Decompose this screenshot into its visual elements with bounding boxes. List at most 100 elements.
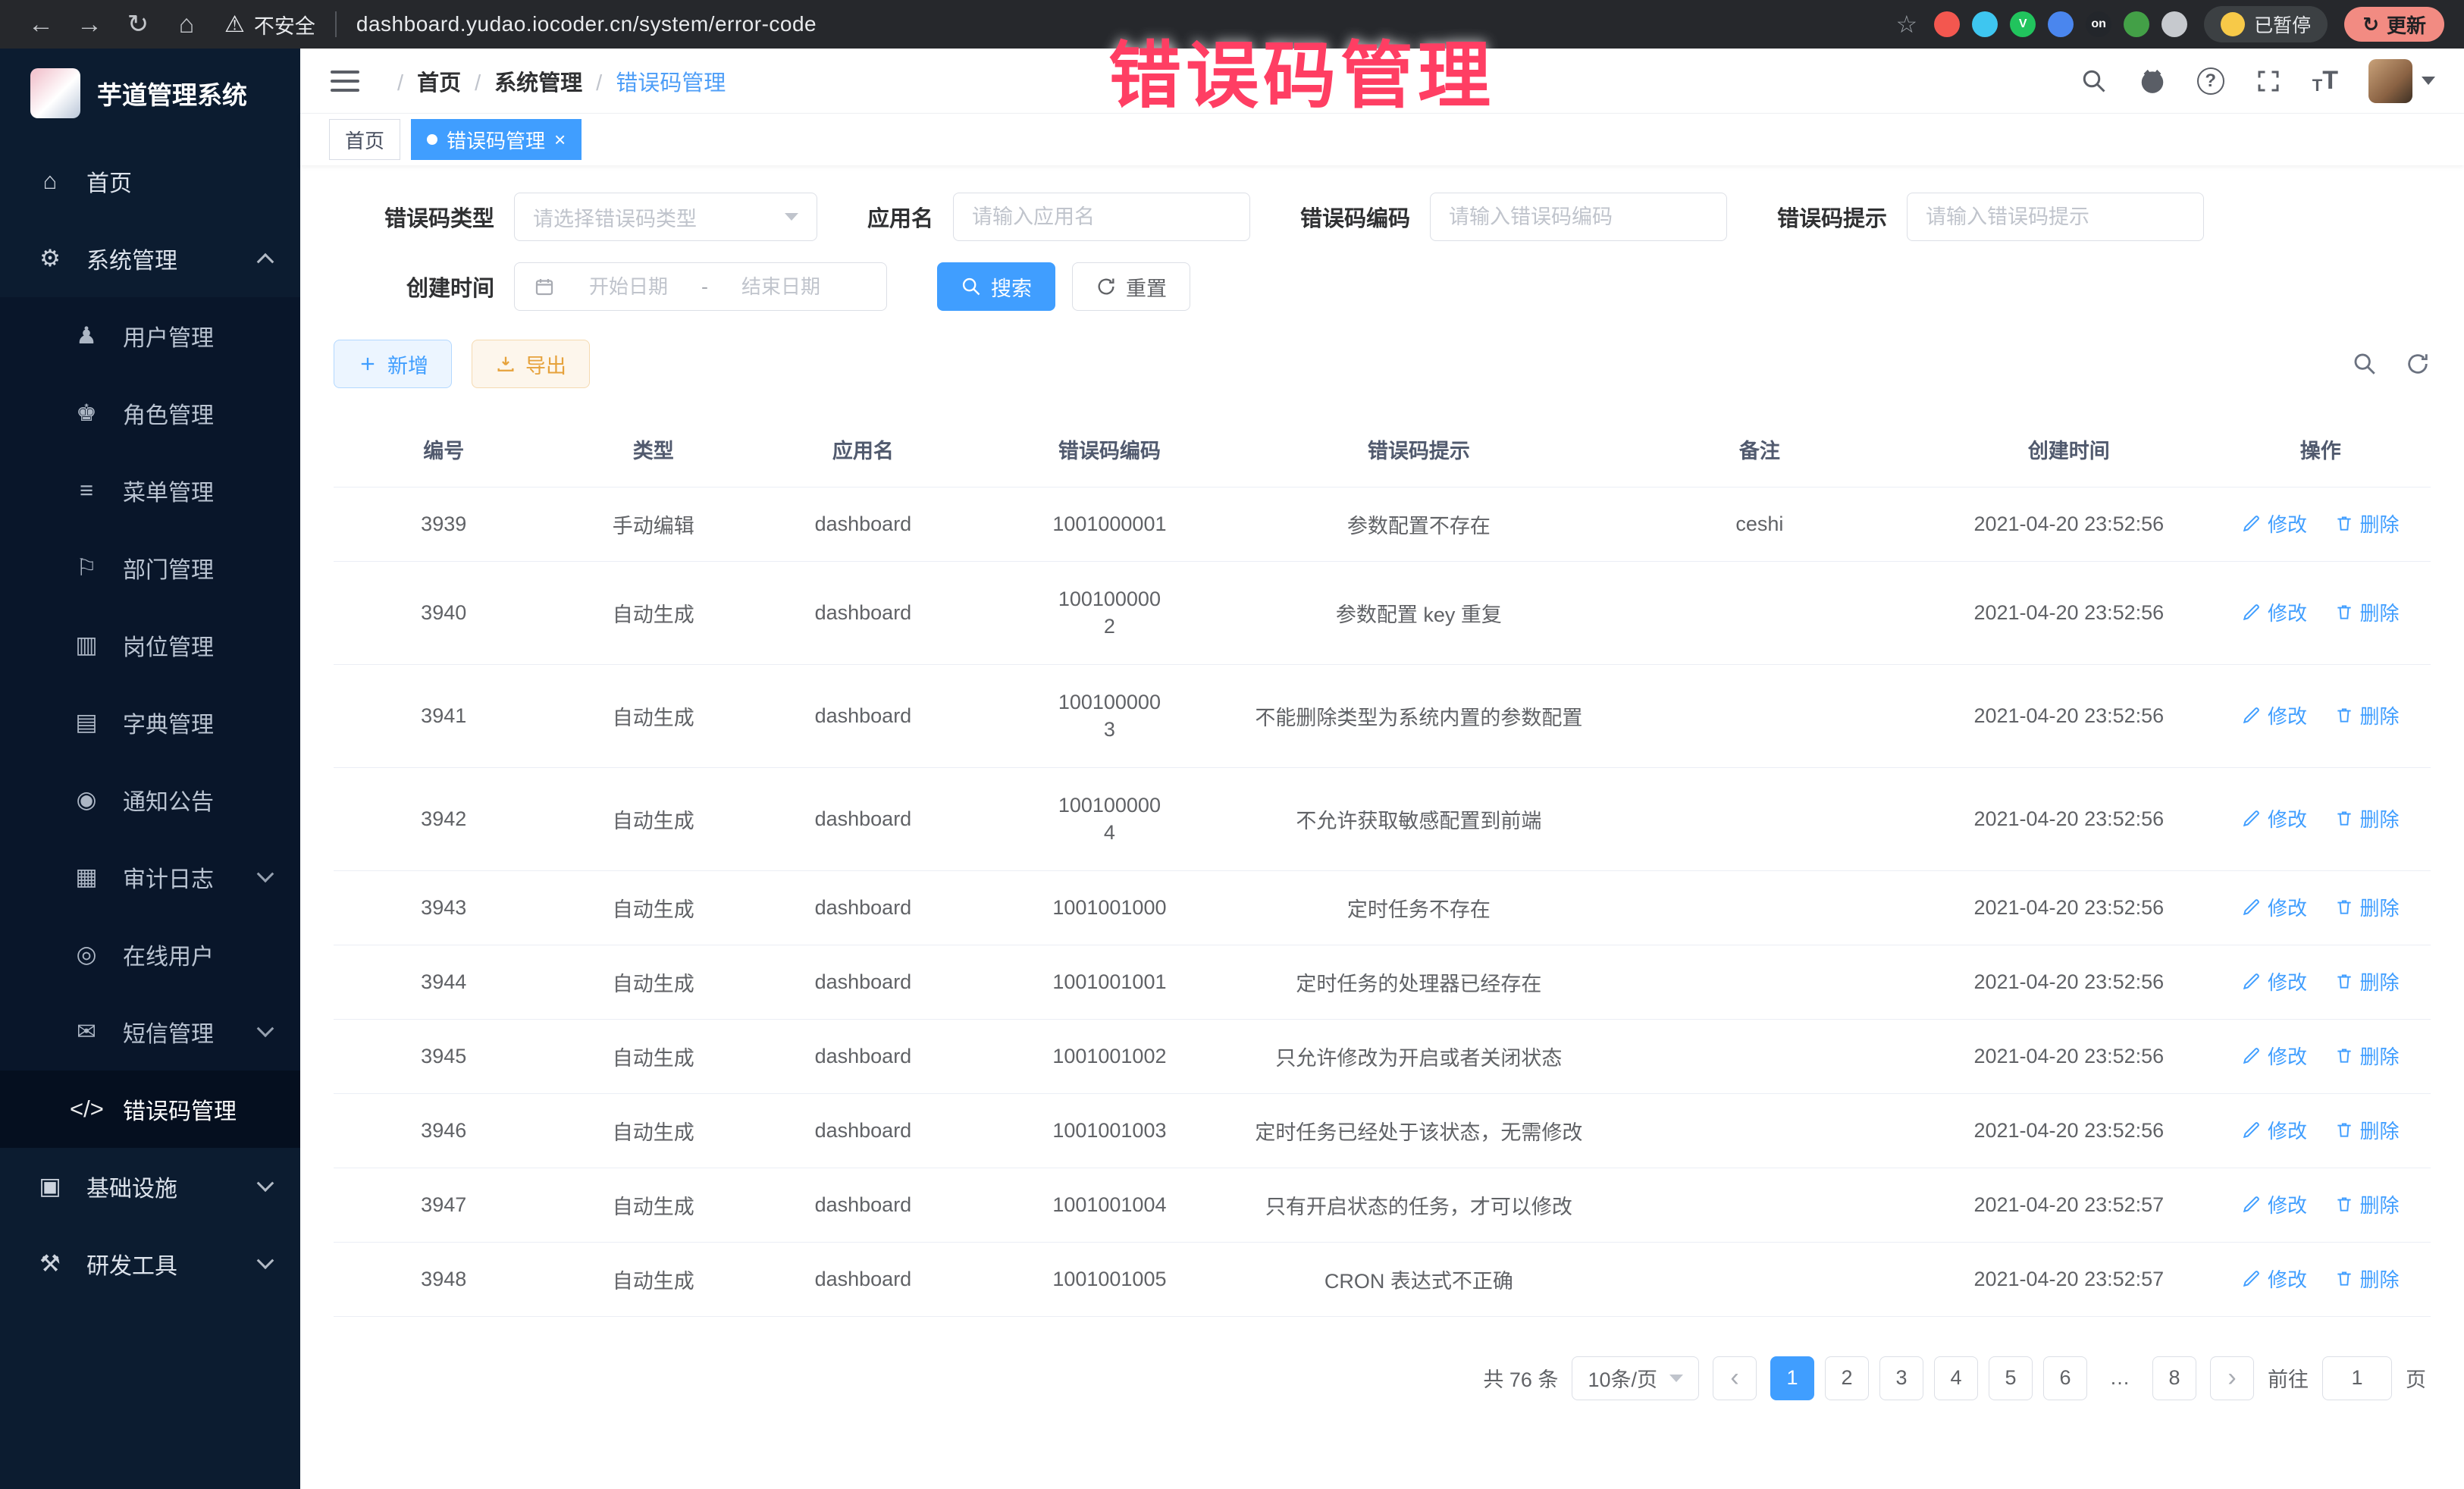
app-logo[interactable]: 芋道管理系统 xyxy=(0,49,300,138)
address-bar[interactable]: dashboard.yudao.iocoder.cn/system/error-… xyxy=(356,12,817,36)
edit-link[interactable]: 修改 xyxy=(2242,967,2307,995)
sidebar-item[interactable]: ▣ 基础设施 xyxy=(0,1148,300,1225)
prev-page-button[interactable]: ‹ xyxy=(1713,1356,1757,1400)
page-button[interactable]: 3 xyxy=(1879,1356,1923,1400)
extension-v-icon[interactable]: V xyxy=(2010,11,2036,37)
delete-link[interactable]: 删除 xyxy=(2334,1265,2400,1293)
sidebar-item[interactable]: ▦ 审计日志 xyxy=(0,839,300,916)
date-range-picker[interactable]: - xyxy=(514,262,887,311)
goto-page-input[interactable] xyxy=(2322,1356,2392,1400)
edit-link[interactable]: 修改 xyxy=(2242,804,2307,832)
bookmark-star-icon[interactable]: ☆ xyxy=(1895,10,1917,39)
extension-pin-icon[interactable] xyxy=(2161,11,2187,37)
app-name-input[interactable] xyxy=(953,193,1250,241)
cell-actions: 修改 删除 xyxy=(2211,1168,2431,1242)
delete-link[interactable]: 删除 xyxy=(2334,509,2400,538)
profile-paused-chip[interactable]: 已暂停 xyxy=(2204,6,2328,42)
page-button[interactable]: 6 xyxy=(2043,1356,2087,1400)
edit-link[interactable]: 修改 xyxy=(2242,1042,2307,1070)
toggle-search-icon[interactable] xyxy=(2352,351,2378,377)
end-date-input[interactable] xyxy=(720,275,842,299)
help-icon[interactable]: ? xyxy=(2197,67,2224,95)
sidebar-item[interactable]: ⚙ 系统管理 xyxy=(0,220,300,297)
delete-link[interactable]: 删除 xyxy=(2334,1116,2400,1144)
delete-link[interactable]: 删除 xyxy=(2334,1042,2400,1070)
extension-on-icon[interactable]: on xyxy=(2086,11,2111,37)
sidebar-item[interactable]: ⚒ 研发工具 xyxy=(0,1225,300,1302)
edit-link[interactable]: 修改 xyxy=(2242,1116,2307,1144)
sidebar-item[interactable]: ≡ 菜单管理 xyxy=(0,452,300,529)
site-security[interactable]: ⚠ 不安全 xyxy=(224,10,315,39)
page-button[interactable]: … xyxy=(2098,1356,2142,1400)
edit-link[interactable]: 修改 xyxy=(2242,1265,2307,1293)
search-button[interactable]: 搜索 xyxy=(937,262,1055,311)
add-button-label: 新增 xyxy=(387,350,428,379)
sidebar-item[interactable]: ⌂ 首页 xyxy=(0,143,300,220)
reset-button[interactable]: 重置 xyxy=(1072,262,1190,311)
tab-close-icon[interactable]: × xyxy=(554,130,566,149)
export-button[interactable]: 导出 xyxy=(472,340,590,388)
page-button[interactable]: 4 xyxy=(1934,1356,1978,1400)
breadcrumb-item[interactable]: 错误码管理 xyxy=(582,65,726,97)
page-button[interactable]: 2 xyxy=(1825,1356,1869,1400)
edit-link[interactable]: 修改 xyxy=(2242,509,2307,538)
delete-link[interactable]: 删除 xyxy=(2334,967,2400,995)
column-header-id: 编号 xyxy=(334,412,553,487)
delete-link[interactable]: 删除 xyxy=(2334,1190,2400,1218)
delete-link[interactable]: 删除 xyxy=(2334,804,2400,832)
forward-icon[interactable]: → xyxy=(68,10,111,39)
breadcrumb-item[interactable]: 系统管理 xyxy=(461,65,582,97)
user-avatar-menu[interactable] xyxy=(2368,59,2435,103)
recording-indicator-icon[interactable] xyxy=(1934,11,1960,37)
font-size-icon[interactable]: TT xyxy=(2312,66,2338,96)
edit-link[interactable]: 修改 xyxy=(2242,1190,2307,1218)
tab-label: 错误码管理 xyxy=(447,126,545,154)
browser-home-icon[interactable]: ⌂ xyxy=(165,10,208,39)
extension-drop-icon[interactable] xyxy=(1972,11,1998,37)
cell-message: 定时任务的处理器已经存在 xyxy=(1246,945,1591,1019)
error-code-input[interactable] xyxy=(1430,193,1727,241)
github-icon[interactable] xyxy=(2138,67,2167,96)
error-code-text: 1001001004 xyxy=(1052,1191,1166,1218)
hamburger-menu-icon[interactable] xyxy=(329,66,361,96)
delete-link[interactable]: 删除 xyxy=(2334,598,2400,626)
sidebar-item[interactable]: ✉ 短信管理 xyxy=(0,993,300,1071)
search-icon[interactable] xyxy=(2080,67,2108,95)
reload-icon[interactable]: ↻ xyxy=(117,9,159,39)
sidebar-item[interactable]: ♚ 角色管理 xyxy=(0,375,300,452)
edit-link[interactable]: 修改 xyxy=(2242,598,2307,626)
chevron-down-icon xyxy=(1669,1375,1683,1382)
edit-link[interactable]: 修改 xyxy=(2242,893,2307,921)
sidebar-item[interactable]: ▤ 字典管理 xyxy=(0,684,300,761)
error-message-input[interactable] xyxy=(1907,193,2204,241)
extension-grid-icon[interactable] xyxy=(2048,11,2074,37)
sidebar-item[interactable]: ♟ 用户管理 xyxy=(0,297,300,375)
delete-link[interactable]: 删除 xyxy=(2334,893,2400,921)
sidebar-item[interactable]: ⚐ 部门管理 xyxy=(0,529,300,607)
breadcrumb-item[interactable]: 首页 xyxy=(384,65,461,97)
chevron-icon xyxy=(257,1020,274,1037)
edit-link[interactable]: 修改 xyxy=(2242,701,2307,729)
back-icon[interactable]: ← xyxy=(20,10,62,39)
sidebar-item[interactable]: ▥ 岗位管理 xyxy=(0,607,300,684)
add-button[interactable]: 新增 xyxy=(334,340,452,388)
extension-leaf-icon[interactable] xyxy=(2124,11,2149,37)
view-tab[interactable]: 首页 × xyxy=(329,119,400,160)
error-type-select[interactable]: 请选择错误码类型 xyxy=(514,193,817,241)
sidebar-item[interactable]: </> 错误码管理 xyxy=(0,1071,300,1148)
browser-update-button[interactable]: ↻ 更新 xyxy=(2344,7,2444,42)
page-button[interactable]: 1 xyxy=(1770,1356,1814,1400)
sidebar-item[interactable]: ◉ 通知公告 xyxy=(0,761,300,839)
page-button[interactable]: 8 xyxy=(2152,1356,2196,1400)
view-tab[interactable]: 错误码管理 × xyxy=(411,119,582,160)
start-date-input[interactable] xyxy=(568,275,689,299)
page-button[interactable]: 5 xyxy=(1989,1356,2033,1400)
refresh-icon[interactable] xyxy=(2405,351,2431,377)
cell-code: 1001000001 xyxy=(973,487,1246,561)
sidebar-item[interactable]: ◎ 在线用户 xyxy=(0,916,300,993)
next-page-button[interactable]: › xyxy=(2210,1356,2254,1400)
cell-message: 不允许获取敏感配置到前端 xyxy=(1246,767,1591,870)
fullscreen-icon[interactable] xyxy=(2255,67,2282,95)
delete-link[interactable]: 删除 xyxy=(2334,701,2400,729)
page-size-select[interactable]: 10条/页 xyxy=(1572,1356,1699,1400)
